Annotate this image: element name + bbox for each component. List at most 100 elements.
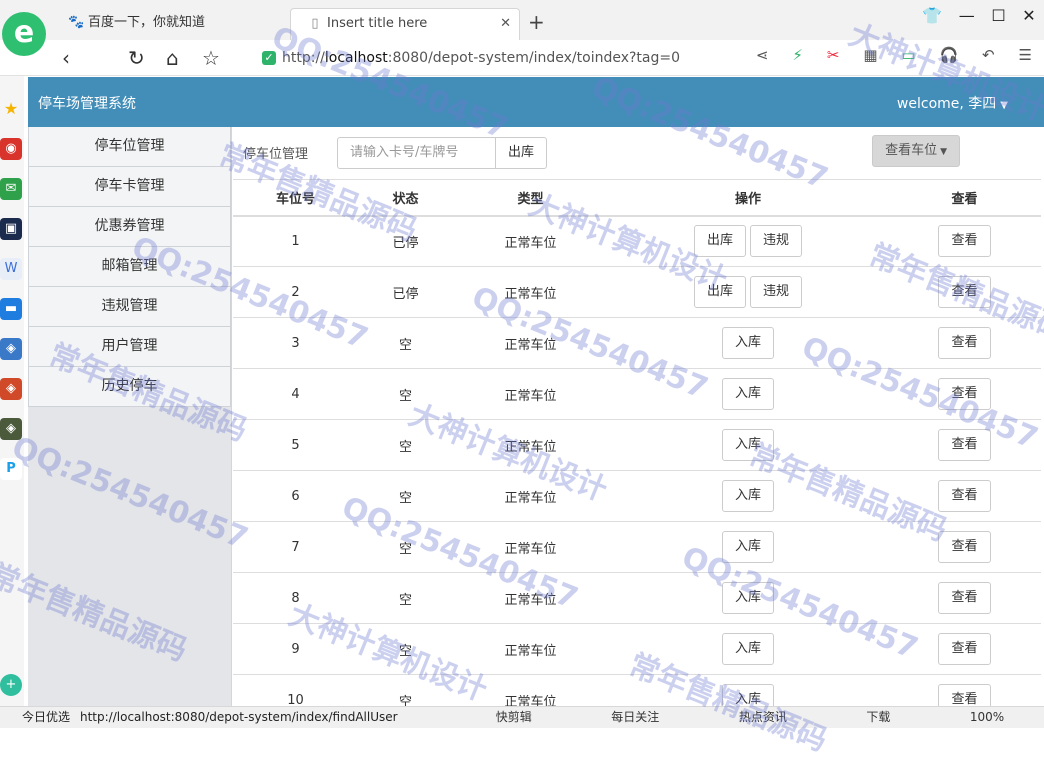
checkin-button[interactable]: 入库 [721,582,774,614]
apps-icon[interactable]: ▦ [863,46,877,64]
checkin-button[interactable]: 入库 [721,429,774,461]
checkout-button[interactable]: 出库 [693,225,746,258]
search-input[interactable]: 请输入卡号/车牌号 [337,137,497,169]
table-row: 1 已停 正常车位 出库 违规 查看 [233,215,1041,267]
view-button[interactable]: 查看 [938,327,991,359]
mail-icon[interactable]: ✉ [0,178,22,200]
tab-baidu[interactable]: 🐾 百度一下，你就知道 [62,8,287,40]
checkin-button[interactable]: 入库 [721,480,774,512]
status-item-download[interactable]: 下载 [866,707,890,728]
minimize-icon[interactable]: — [959,6,975,25]
app-icon-1[interactable]: ◈ [0,338,22,360]
maximize-icon[interactable]: ☐ [991,6,1005,25]
doc-icon[interactable]: W [0,258,22,280]
page-icon: ▯ [311,16,319,31]
favorites-icon[interactable]: ★ [0,98,22,120]
sidebar-item-parking-card[interactable]: 停车卡管理 [28,167,231,207]
browser-tabbar: 🐾 百度一下，你就知道 ▯ Insert title here ✕ + 👕 — ☐ … [0,0,1044,40]
sidebar-item-users[interactable]: 用户管理 [28,327,231,367]
paw-icon: 🐾 [68,15,85,30]
checkout-button[interactable]: 出库 [693,276,746,308]
sidebar-item-coupon[interactable]: 优惠券管理 [28,207,231,247]
cell-status: 空 [358,419,453,471]
app-header: 停车场管理系统 welcome, 李四 ▼ [28,77,1044,127]
scissors-icon[interactable]: ✂ [827,46,840,64]
view-spaces-dropdown[interactable]: 查看车位 ▼ [872,135,960,167]
cell-space-no: 5 [233,419,358,471]
cell-space-no: 3 [233,317,358,369]
chat-icon[interactable]: ▬ [0,298,22,320]
sidebar-item-violation[interactable]: 违规管理 [28,287,231,327]
cell-status: 空 [358,521,453,573]
violation-button[interactable]: 违规 [750,276,803,308]
cell-actions: 入库 [608,419,888,471]
cell-actions: 入库 [608,623,888,675]
view-button[interactable]: 查看 [938,225,991,258]
sidebar-item-mailbox[interactable]: 邮箱管理 [28,247,231,287]
status-left-label[interactable]: 今日优选 [22,707,70,728]
shirt-icon[interactable]: 👕 [922,6,942,25]
view-button[interactable]: 查看 [938,378,991,410]
cell-actions: 出库 违规 [608,266,888,318]
app-brand[interactable]: 停车场管理系统 [38,93,136,113]
undo-icon[interactable]: ↶ [982,46,995,64]
user-menu[interactable]: welcome, 李四 ▼ [897,93,1008,113]
status-item-daily[interactable]: 每日关注 [611,707,659,728]
status-item-zoom[interactable]: 100% [970,707,1004,728]
address-bar[interactable]: ✓ http://localhost:8080/depot-system/inde… [262,46,742,70]
cell-status: 空 [358,368,453,420]
cell-type: 正常车位 [453,572,608,624]
checkin-button[interactable]: 入库 [721,633,774,665]
bolt-icon[interactable]: ⚡ [792,46,803,64]
menu-icon[interactable]: ☰ [1019,46,1032,64]
app-icon-2[interactable]: ◈ [0,378,22,400]
game-icon[interactable]: ▣ [0,218,22,240]
close-window-icon[interactable]: ✕ [1022,6,1035,25]
new-tab-button[interactable]: + [528,10,545,34]
view-button[interactable]: 查看 [938,531,991,563]
browser-logo-icon[interactable]: e [2,12,46,56]
headphones-icon[interactable]: 🎧 [939,46,958,64]
status-item-clip[interactable]: 快剪辑 [496,707,532,728]
view-button[interactable]: 查看 [938,480,991,512]
table-body: 1 已停 正常车位 出库 违规 查看 2 已停 正常车位 出库 违规 查看 3 空正常车位 入库 查看 4 空正常… [233,215,1041,726]
shield-icon: ✓ [262,51,276,65]
app-icon-3[interactable]: ◈ [0,418,22,440]
cell-type: 正常车位 [453,215,608,267]
col-header-actions: 操作 [608,179,888,217]
checkout-search-button[interactable]: 出库 [495,137,548,169]
cell-view: 查看 [888,317,1041,369]
view-button[interactable]: 查看 [938,276,991,308]
browser-side-rail: ★ ◉ ✉ ▣ W ▬ ◈ ◈ ◈ P + [0,76,24,706]
violation-button[interactable]: 违规 [750,225,803,258]
sidebar-item-parking-space[interactable]: 停车位管理 [28,127,231,167]
app-icon-4[interactable]: P [0,458,22,480]
home-icon[interactable]: ⌂ [166,46,179,70]
add-icon[interactable]: + [0,674,22,696]
battery-icon[interactable]: ▭ [901,46,915,64]
sidebar-item-history[interactable]: 历史停车 [28,367,231,407]
weibo-icon[interactable]: ◉ [0,138,22,160]
table-row: 9 空正常车位 入库 查看 [233,623,1041,675]
star-icon[interactable]: ☆ [202,46,220,70]
browser-toolbar: ‹ ↻ ⌂ ☆ ✓ http://localhost:8080/depot-sys… [0,40,1044,76]
status-item-news[interactable]: 热点资讯 [739,707,787,728]
user-greeting: welcome, 李四 [896,96,997,112]
status-items: 快剪辑 每日关注 热点资讯 下载 100% [456,707,1044,728]
close-tab-icon[interactable]: ✕ [500,9,511,39]
view-button[interactable]: 查看 [938,429,991,461]
checkin-button[interactable]: 入库 [721,327,774,359]
window-controls: 👕 — ☐ ✕ [914,6,1044,25]
share-icon[interactable]: ⋖ [756,46,769,64]
checkin-button[interactable]: 入库 [721,378,774,410]
back-icon[interactable]: ‹ [62,46,70,70]
tab-insert-title[interactable]: ▯ Insert title here ✕ [290,8,520,40]
checkin-button[interactable]: 入库 [721,531,774,563]
reload-icon[interactable]: ↻ [128,46,145,70]
cell-type: 正常车位 [453,521,608,573]
cell-view: 查看 [888,368,1041,420]
view-button[interactable]: 查看 [938,633,991,665]
view-button[interactable]: 查看 [938,582,991,614]
cell-type: 正常车位 [453,317,608,369]
breadcrumb: 停车位管理 [243,147,309,162]
